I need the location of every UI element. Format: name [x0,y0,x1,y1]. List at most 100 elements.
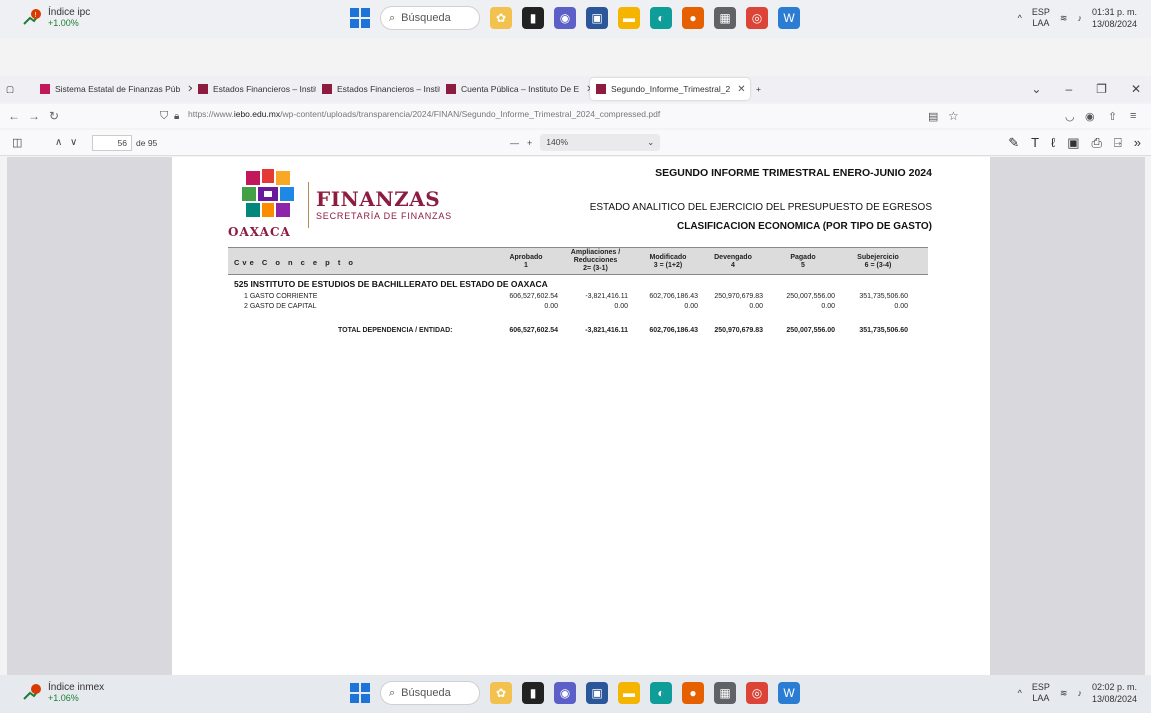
stock-icon [22,683,42,703]
explorer-icon[interactable]: ▬ [618,7,640,29]
draw-icon[interactable]: ℓ [1051,135,1055,151]
widget-title: Índice inmex [48,682,105,693]
site-icon [446,84,456,94]
lock-icon[interactable]: 🔒︎ [174,111,179,122]
site-icon [40,84,50,94]
browser-tabbar: ▢ Sistema Estatal de Finanzas Púb ✕ Estad… [0,76,1151,102]
table-row: 1 GASTO CORRIENTE 606,527,602.54 -3,821,… [244,293,908,300]
header-modificado: Modificado 3 = (1+2) [649,254,687,269]
back-button[interactable]: ← [4,109,24,123]
stock-icon: ! [22,8,42,28]
extensions-icon[interactable]: ⇧ [1108,110,1117,123]
firefox-icon[interactable]: ● [682,7,704,29]
widget-title: Índice ipc [48,7,91,18]
reload-button[interactable]: ↻ [44,109,64,123]
next-page-button[interactable]: ∨ [70,137,77,148]
table-row: 2 GASTO DE CAPITAL 0.00 0.00 0.00 0.00 0… [244,303,908,310]
chrome-icon[interactable]: ◎ [746,7,768,29]
sidebar-toggle-icon[interactable]: ◫ [12,136,22,149]
page-total: de 95 [136,138,158,148]
start-button[interactable] [350,683,370,703]
pocket-icon[interactable]: ◡ [1065,110,1075,123]
header-concept: Cve C o n c e p t o [234,258,357,267]
language-indicator[interactable]: ESP LAA [1032,7,1050,29]
edge-icon[interactable]: ◐ [650,7,672,29]
wifi-icon[interactable]: ≋ [1060,688,1068,699]
calculator-icon[interactable]: ▦ [714,7,736,29]
firefox-icon[interactable]: ● [682,682,704,704]
widget-value: +1.00% [48,18,79,28]
forward-button[interactable]: → [24,109,44,123]
volume-icon[interactable]: ♪ [1077,13,1082,23]
pdf-toolbar: ◫ ∧ ∨ 56 de 95 — + 140% ⌄ ✎ T ℓ ▣ ⎙ ⍈ » [0,130,1151,156]
report-title: SEGUNDO INFORME TRIMESTRAL ENERO-JUNIO 2… [655,167,932,179]
chevron-up-icon[interactable]: ^ [1018,688,1022,698]
teams-icon[interactable]: ◉ [554,7,576,29]
stock-widget[interactable]: Índice inmex +1.06% [22,682,104,704]
bookmark-star-icon[interactable]: ☆ [948,109,959,123]
chevron-down-icon[interactable]: ⌄ [1031,82,1041,96]
site-icon [322,84,332,94]
start-button[interactable] [350,8,370,28]
tab-1[interactable]: Sistema Estatal de Finanzas Púb ✕ [34,78,192,100]
taskbar-top: ! Índice ipc +1.00% ⌕ Búsqueda ✿ ▮ ◉ ▣ ▬… [0,0,1151,38]
language-indicator[interactable]: ESP LAA [1032,682,1050,704]
close-icon[interactable]: ✕ [737,84,745,95]
highlight-icon[interactable]: ✎ [1008,135,1019,151]
save-icon[interactable]: ⍈ [1114,135,1122,151]
tab-2[interactable]: Estados Financieros – Instituto I✕ [192,78,316,100]
image-icon[interactable]: ▣ [1067,135,1079,151]
chrome-icon[interactable]: ◎ [746,682,768,704]
header-devengado: Devengado 4 [714,254,752,269]
search-icon: ⌕ [389,686,396,699]
clock[interactable]: 02:02 p. m. 13/08/2024 [1092,681,1137,705]
zoom-select[interactable]: 140% ⌄ [540,134,661,151]
volume-icon[interactable]: ♪ [1077,688,1082,698]
minimize-button[interactable]: – [1065,82,1072,96]
print-icon[interactable]: ⎙ [1092,135,1102,151]
svg-text:!: ! [34,11,37,19]
new-tab-button[interactable]: + [750,78,770,100]
table-header: Cve C o n c e p t o Aprobado 1 Ampliacio… [228,247,928,275]
close-window-button[interactable]: ✕ [1131,82,1141,96]
store-icon[interactable]: ▣ [586,682,608,704]
prev-page-button[interactable]: ∧ [55,137,62,148]
word-icon[interactable]: W [778,682,800,704]
site-icon [596,84,606,94]
page-number-input[interactable]: 56 [92,135,132,151]
copilot-icon[interactable]: ✿ [490,7,512,29]
taskbar-search[interactable]: ⌕ Búsqueda [380,6,480,30]
logo-main-text: FINANZAS [316,187,441,211]
pdf-viewer[interactable]: FINANZAS SECRETARÍA DE FINANZAS OAXACA S… [7,157,1145,675]
zoom-in-button[interactable]: + [527,138,532,148]
word-icon[interactable]: W [778,7,800,29]
copilot-icon[interactable]: ✿ [490,682,512,704]
zoom-out-button[interactable]: — [510,138,519,148]
tab-overview-icon[interactable]: ▢ [0,78,34,100]
text-icon[interactable]: T [1031,135,1039,151]
teams-icon[interactable]: ◉ [554,682,576,704]
clock[interactable]: 01:31 p. m. 13/08/2024 [1092,6,1137,30]
edge-icon[interactable]: ◐ [650,682,672,704]
url-bar[interactable]: https://www.iebo.edu.mx/wp-content/uploa… [188,109,660,119]
logo-divider [308,182,309,228]
task-view-icon[interactable]: ▮ [522,682,544,704]
taskbar-search[interactable]: ⌕ Búsqueda [380,681,480,705]
shield-icon[interactable]: ⛉ [160,110,168,123]
restore-button[interactable]: ❐ [1096,82,1107,96]
task-view-icon[interactable]: ▮ [522,7,544,29]
report-classification: CLASIFICACION ECONOMICA (POR TIPO DE GAS… [676,221,932,232]
calculator-icon[interactable]: ▦ [714,682,736,704]
account-icon[interactable]: ◉ [1085,110,1095,123]
reader-view-icon[interactable]: ▤ [928,110,938,123]
chevron-up-icon[interactable]: ^ [1018,13,1022,23]
tab-4[interactable]: Cuenta Pública – Instituto De E✕ [440,78,590,100]
store-icon[interactable]: ▣ [586,7,608,29]
menu-icon[interactable]: ≡ [1130,110,1136,122]
wifi-icon[interactable]: ≋ [1060,13,1068,24]
weather-widget[interactable]: ! Índice ipc +1.00% [22,7,90,29]
tab-3[interactable]: Estados Financieros – Instituto I✕ [316,78,440,100]
more-tools-icon[interactable]: » [1134,135,1141,151]
explorer-icon[interactable]: ▬ [618,682,640,704]
tab-5-active[interactable]: Segundo_Informe_Trimestral_2 ✕ [590,78,750,100]
